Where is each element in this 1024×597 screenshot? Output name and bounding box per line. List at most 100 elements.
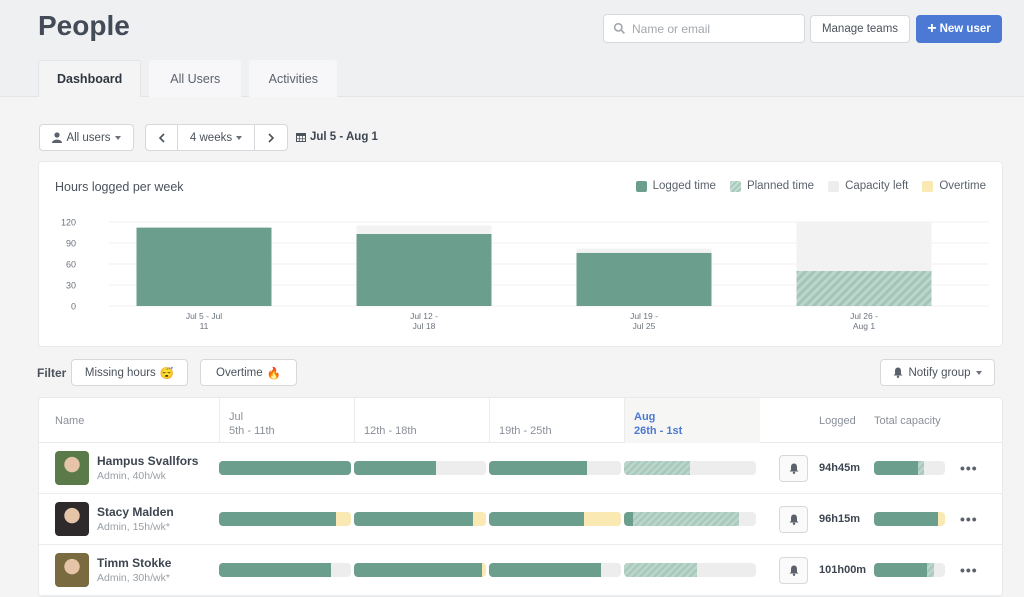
manage-teams-button[interactable]: Manage teams (810, 15, 910, 43)
column-total-capacity[interactable]: Total capacity (874, 415, 941, 427)
logged-segment (354, 461, 436, 475)
fire-icon: 🔥 (266, 367, 281, 380)
overtime-filter-button[interactable]: Overtime 🔥 (200, 359, 297, 386)
logged-segment (219, 512, 337, 526)
legend-overtime: Overtime (922, 180, 986, 192)
search-box[interactable] (603, 14, 805, 43)
missing-hours-filter-button[interactable]: Missing hours 😴 (71, 359, 188, 386)
page-title: People (38, 10, 130, 41)
user-name[interactable]: Hampus Svallfors (97, 454, 198, 468)
week-range: 5th - 11th (229, 425, 275, 437)
week-hours-bar[interactable] (624, 563, 756, 577)
tab-dashboard[interactable]: Dashboard (38, 60, 142, 97)
column-name[interactable]: Name (55, 415, 84, 427)
chart-legend: Logged time Planned time Capacity left O… (635, 180, 986, 192)
user-name[interactable]: Stacy Malden (97, 505, 174, 519)
week-range: 12th - 18th (364, 425, 417, 437)
bell-icon (789, 463, 798, 474)
user-filter-label: All users (66, 131, 111, 144)
legend-label: Capacity left (845, 180, 909, 192)
total-capacity-bar (874, 461, 945, 475)
chevron-down-icon (114, 135, 121, 140)
logged-hours: 96h15m (819, 513, 860, 525)
hours-chart-card: 0 30 60 90 120 Jul 5 - Jul 11 Jul 12 - Jul 18 Jul… (38, 161, 1003, 347)
notify-group-dropdown[interactable]: Notify group (880, 359, 995, 386)
bar-logged (356, 233, 492, 306)
more-options-icon[interactable]: ••• (960, 562, 978, 578)
week-hours-bar[interactable] (489, 461, 621, 475)
planned-segment (624, 563, 697, 577)
user-name[interactable]: Timm Stokke (97, 556, 171, 570)
week-hours-bar[interactable] (219, 512, 351, 526)
week-hours-bar[interactable] (624, 512, 756, 526)
x-tick-label: Aug 1 (853, 321, 875, 331)
tab-all-users[interactable]: All Users (149, 60, 242, 97)
bar-logged (136, 227, 272, 306)
overtime-segment (937, 512, 945, 526)
notify-user-button[interactable] (779, 455, 808, 482)
week-hours-bar[interactable] (354, 512, 486, 526)
avatar (55, 502, 89, 536)
tab-activities[interactable]: Activities (249, 60, 338, 97)
week-hours-bar[interactable] (354, 461, 486, 475)
y-tick-label: 90 (66, 239, 76, 249)
week-hours-bar[interactable] (489, 512, 621, 526)
user-icon (52, 132, 63, 143)
column-logged[interactable]: Logged (819, 415, 856, 427)
week-hours-bar[interactable] (354, 563, 486, 577)
chevron-right-icon (268, 132, 275, 143)
more-options-icon[interactable]: ••• (960, 511, 978, 527)
new-user-button[interactable]: + New user (916, 15, 1002, 43)
table-row[interactable]: Hampus Svallfors Admin, 40h/wk 94h45m ••• (39, 443, 1002, 494)
table-header: Name Jul 5th - 11th 12th - 18th 19th - 25… (39, 398, 1002, 443)
user-role: Admin, 30h/wk* (97, 572, 170, 584)
planned-segment (927, 563, 935, 577)
bar-logged (576, 252, 712, 306)
page-header: People Manage teams +New user Dashboard … (0, 0, 1024, 97)
week-month (499, 410, 624, 424)
new-user-label: New user (939, 23, 991, 35)
bar-planned (796, 271, 932, 306)
more-options-icon[interactable]: ••• (960, 460, 978, 476)
search-icon (613, 22, 625, 34)
logged-segment (354, 563, 483, 577)
y-tick-label: 60 (66, 260, 76, 270)
bell-icon (893, 367, 903, 378)
next-period-button[interactable] (255, 125, 287, 150)
overtime-label: Overtime (216, 366, 263, 379)
x-tick-label: Jul 18 (413, 321, 436, 331)
y-tick-label: 120 (61, 218, 76, 228)
bar-capacity-left (576, 248, 712, 253)
page-margin (1003, 97, 1024, 594)
notify-user-button[interactable] (779, 506, 808, 533)
period-length-dropdown[interactable]: 4 weeks (178, 125, 255, 150)
bar-capacity-left (796, 222, 932, 271)
chevron-down-icon (975, 370, 982, 375)
week-hours-bar[interactable] (219, 563, 351, 577)
notify-user-button[interactable] (779, 557, 808, 584)
week-month: Jul (229, 411, 244, 423)
plus-icon: + (927, 20, 937, 37)
logged-hours: 94h45m (819, 462, 860, 474)
search-input[interactable] (632, 21, 792, 36)
column-week-1: Jul 5th - 11th (219, 398, 354, 443)
user-role: Admin, 40h/wk (97, 470, 166, 482)
chevron-down-icon (236, 135, 243, 140)
user-filter-dropdown[interactable]: All users (39, 124, 134, 151)
legend-capacity: Capacity left (828, 180, 908, 192)
logged-segment (874, 512, 938, 526)
planned-segment (918, 461, 924, 475)
week-hours-bar[interactable] (489, 563, 621, 577)
table-row[interactable]: Stacy Malden Admin, 15h/wk* 96h15m ••• (39, 494, 1002, 545)
users-table: Name Jul 5th - 11th 12th - 18th 19th - 25… (38, 397, 1003, 597)
table-row[interactable]: Timm Stokke Admin, 30h/wk* 101h00m ••• (39, 545, 1002, 596)
filter-label: Filter (37, 366, 67, 380)
week-hours-bar[interactable] (624, 461, 756, 475)
sleepy-face-icon: 😴 (159, 367, 175, 380)
previous-period-button[interactable] (146, 125, 178, 150)
week-hours-bar[interactable] (219, 461, 351, 475)
tab-bar: Dashboard All Users Activities (38, 60, 345, 97)
column-week-2: 12th - 18th (354, 398, 489, 443)
logged-segment (219, 563, 332, 577)
user-role: Admin, 15h/wk* (97, 521, 170, 533)
